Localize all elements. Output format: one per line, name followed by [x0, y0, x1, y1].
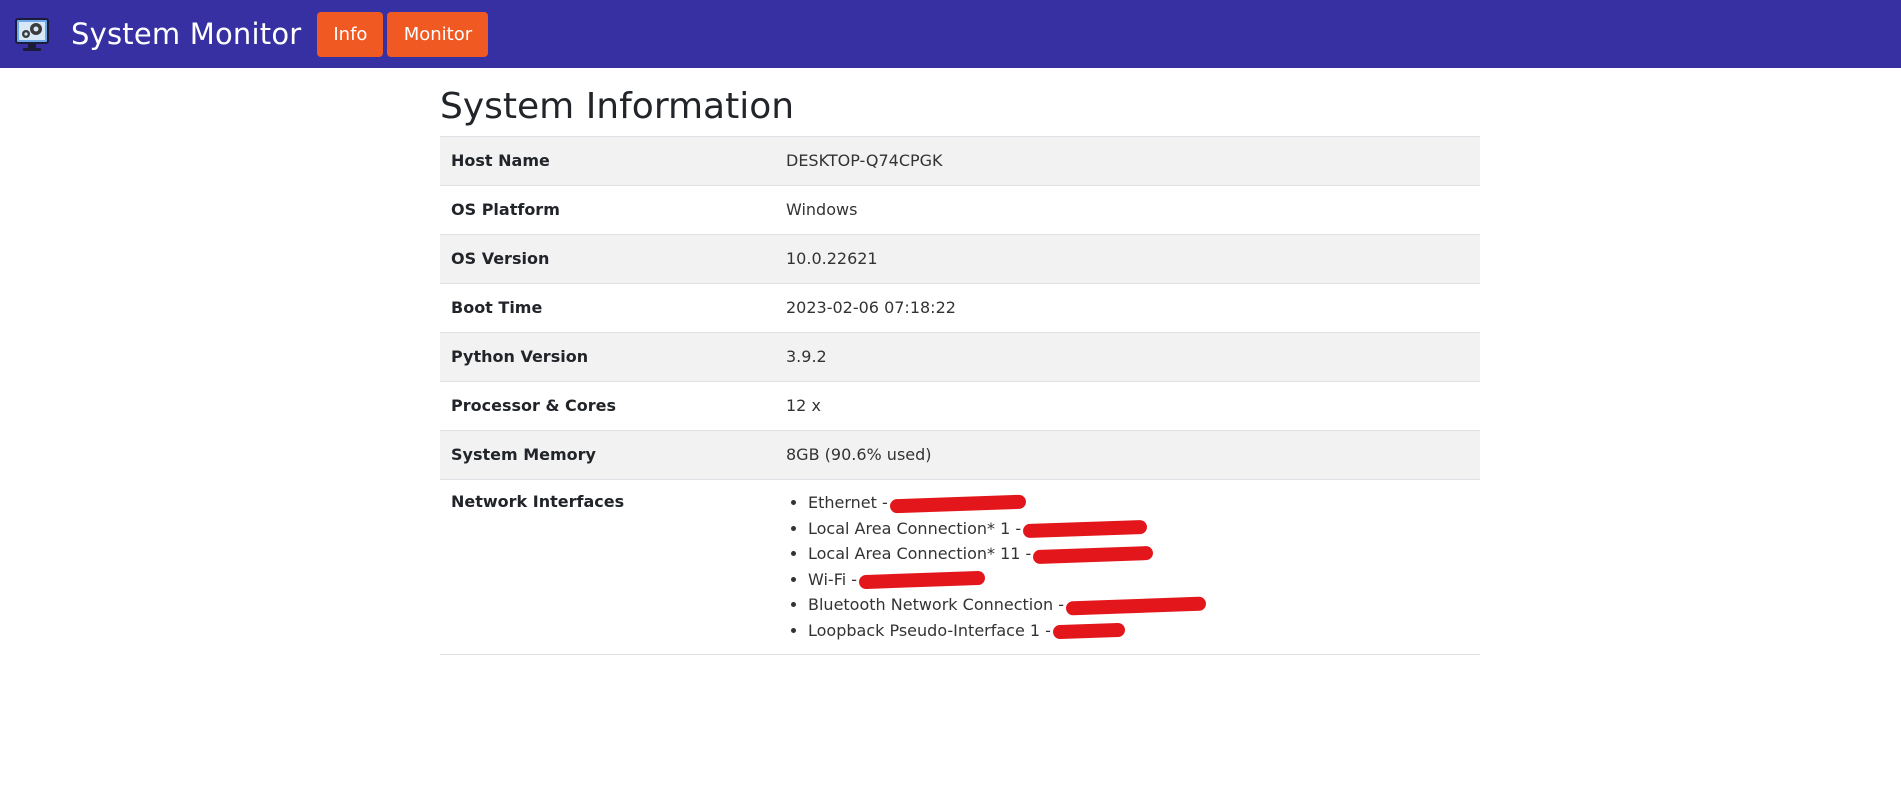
python-version-label: Python Version — [440, 332, 775, 382]
interface-label: Wi-Fi - — [808, 569, 858, 589]
python-version-value: 3.9.2 — [775, 332, 1480, 382]
network-interfaces-value: Ethernet - Local Area Connection* 1 - Lo… — [775, 479, 1480, 655]
info-button[interactable]: Info — [317, 11, 384, 57]
table-row: OS Version 10.0.22621 — [440, 234, 1480, 284]
monitor-gear-icon[interactable] — [13, 14, 51, 54]
top-navbar: System Monitor Info Monitor — [0, 0, 1901, 68]
list-item: Local Area Connection* 11 - — [808, 543, 1469, 569]
redaction-mark — [1052, 622, 1126, 640]
host-name-label: Host Name — [440, 136, 775, 186]
table-row: System Memory 8GB (90.6% used) — [440, 430, 1480, 480]
os-version-value: 10.0.22621 — [775, 234, 1480, 284]
os-platform-value: Windows — [775, 185, 1480, 235]
interface-label: Ethernet - — [808, 493, 888, 512]
boot-time-label: Boot Time — [440, 283, 775, 333]
list-item: Local Area Connection* 1 - — [808, 518, 1469, 544]
os-version-label: OS Version — [440, 234, 775, 284]
interface-label: Local Area Connection* 11 - — [808, 544, 1032, 563]
interface-label: Local Area Connection* 1 - — [808, 518, 1022, 538]
system-memory-value: 8GB (90.6% used) — [775, 430, 1480, 480]
os-platform-label: OS Platform — [440, 185, 775, 235]
host-name-value: DESKTOP-Q74CPGK — [775, 136, 1480, 186]
table-row: Python Version 3.9.2 — [440, 332, 1480, 382]
table-row: Network Interfaces Ethernet - Local Area… — [440, 479, 1480, 655]
table-row: Processor & Cores 12 x — [440, 381, 1480, 431]
list-item: Wi-Fi - — [808, 569, 1469, 595]
list-item: Loopback Pseudo-Interface 1 - — [808, 620, 1469, 646]
system-info-table: Host Name DESKTOP-Q74CPGK OS Platform Wi… — [440, 136, 1480, 655]
redaction-mark — [1065, 596, 1207, 615]
interface-label: Bluetooth Network Connection - — [808, 595, 1065, 614]
list-item: Ethernet - — [808, 492, 1469, 518]
redaction-mark — [889, 494, 1026, 513]
network-interface-list: Ethernet - Local Area Connection* 1 - Lo… — [786, 492, 1469, 645]
redaction-mark — [858, 570, 986, 590]
page-title: System Information — [440, 86, 795, 127]
interface-label: Loopback Pseudo-Interface 1 - — [808, 620, 1051, 640]
brand-title[interactable]: System Monitor — [71, 17, 301, 51]
network-interfaces-label: Network Interfaces — [440, 479, 775, 655]
table-row: Host Name DESKTOP-Q74CPGK — [440, 136, 1480, 186]
monitor-button[interactable]: Monitor — [387, 11, 489, 57]
processor-label: Processor & Cores — [440, 381, 775, 431]
table-row: OS Platform Windows — [440, 185, 1480, 235]
processor-value: 12 x — [775, 381, 1480, 431]
redaction-mark — [1033, 545, 1154, 564]
boot-time-value: 2023-02-06 07:18:22 — [775, 283, 1480, 333]
list-item: Bluetooth Network Connection - — [808, 594, 1469, 620]
redaction-mark — [1022, 519, 1148, 539]
table-row: Boot Time 2023-02-06 07:18:22 — [440, 283, 1480, 333]
main-content: System Information Host Name DESKTOP-Q74… — [440, 82, 1480, 655]
system-memory-label: System Memory — [440, 430, 775, 480]
